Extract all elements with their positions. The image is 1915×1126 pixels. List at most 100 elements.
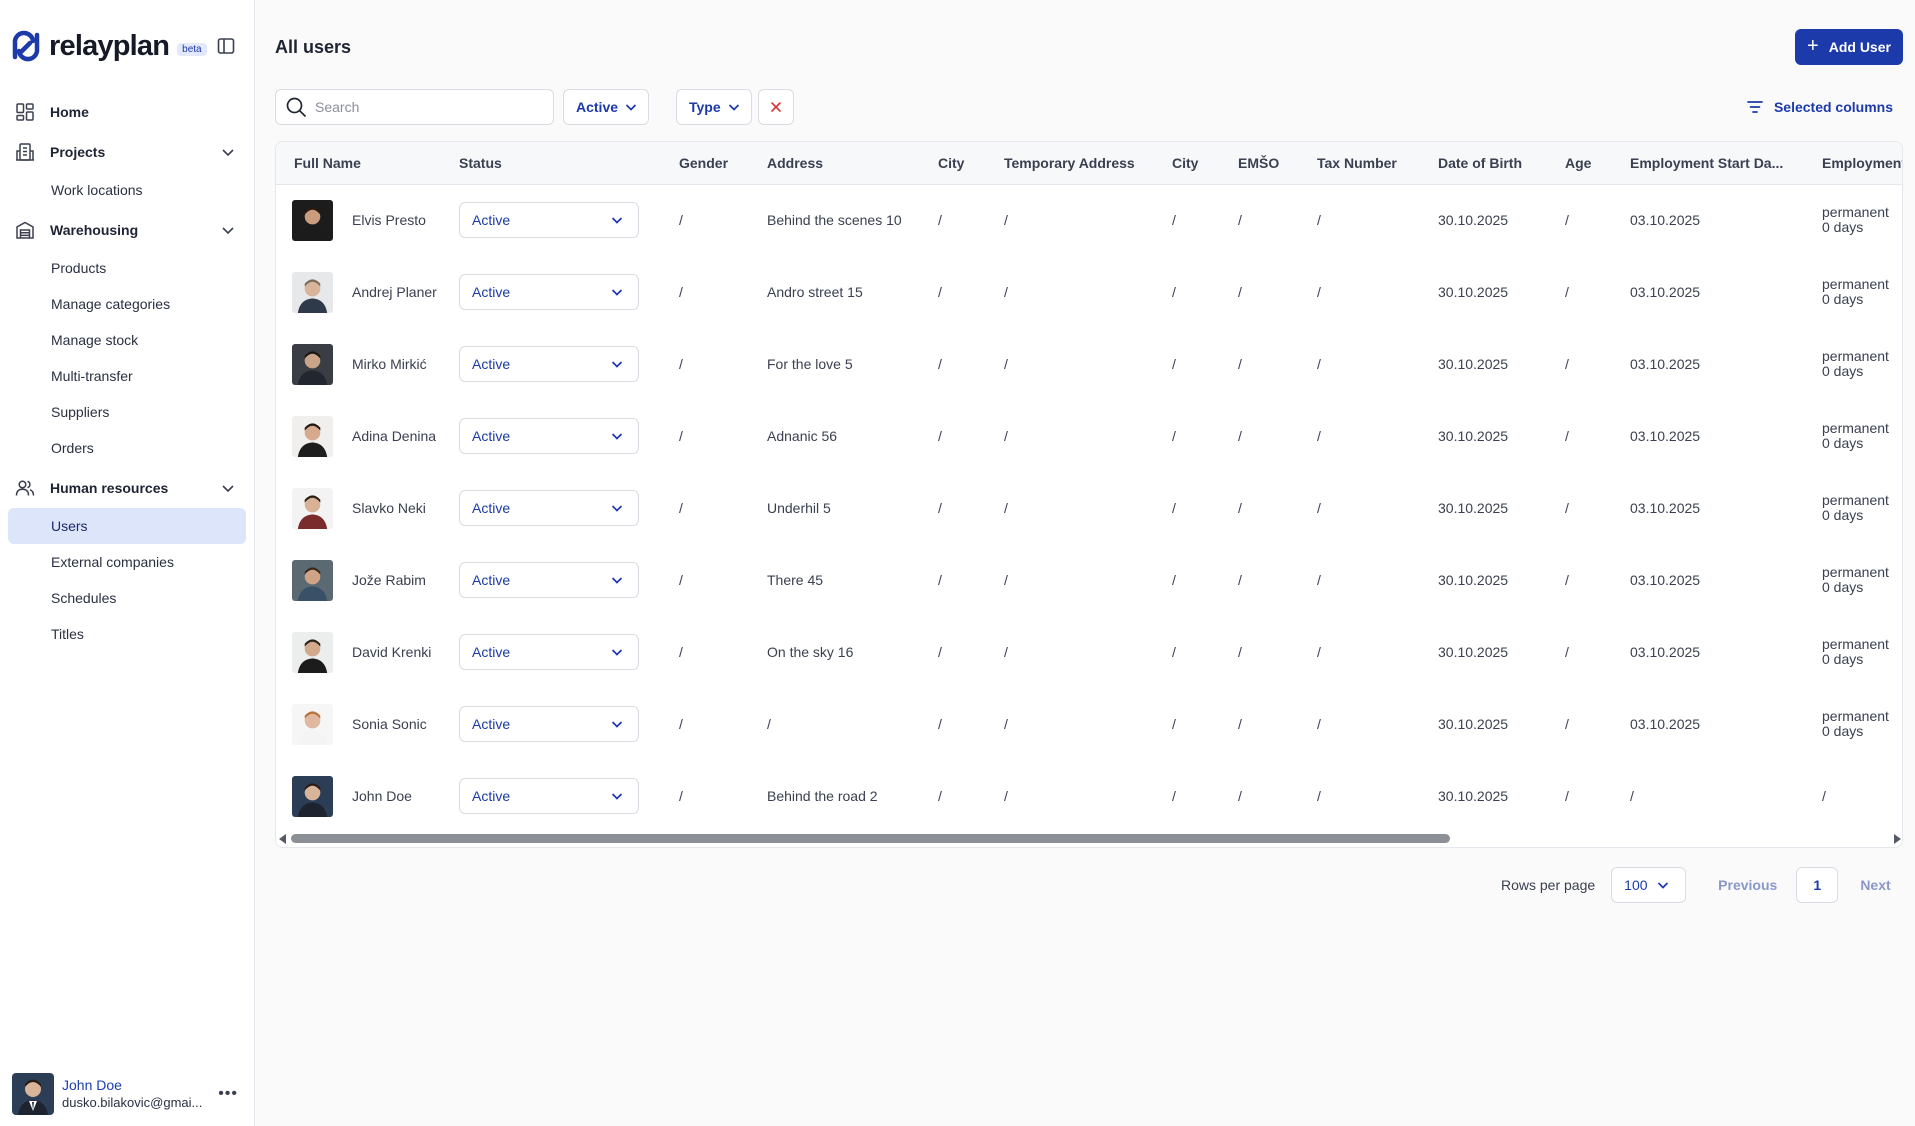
current-user-email: dusko.bilakovic@gmai... bbox=[62, 1095, 203, 1110]
status-select[interactable]: Active bbox=[459, 418, 639, 454]
sidebar-item-users[interactable]: Users bbox=[8, 508, 246, 544]
full-name-cell: Adina Denina bbox=[276, 400, 459, 472]
chevron-down-icon bbox=[611, 649, 623, 656]
sidebar-item-multi-transfer[interactable]: Multi-transfer bbox=[8, 358, 246, 394]
sidebar-item-products[interactable]: Products bbox=[8, 250, 246, 286]
table-row[interactable]: Sonia Sonic Active / / / / / / / 30.10.2025 / 03.10… bbox=[276, 688, 1902, 760]
status-select[interactable]: Active bbox=[459, 346, 639, 382]
status-select[interactable]: Active bbox=[459, 634, 639, 670]
column-header-tax-number[interactable]: Tax Number bbox=[1317, 142, 1438, 184]
previous-page-button[interactable]: Previous bbox=[1718, 877, 1777, 893]
sidebar-group-human-resources[interactable]: Human resources bbox=[8, 468, 246, 508]
date-of-birth-cell: 30.10.2025 bbox=[1438, 500, 1509, 516]
search-box[interactable] bbox=[275, 89, 554, 125]
column-header-status[interactable]: Status bbox=[459, 142, 679, 184]
column-header-employment-start[interactable]: Employment Start Da... bbox=[1630, 142, 1822, 184]
age-cell: / bbox=[1565, 572, 1569, 588]
selected-columns-button[interactable]: Selected columns bbox=[1746, 89, 1893, 125]
employment-start-cell: 03.10.2025 bbox=[1630, 572, 1701, 588]
scroll-left-arrow-icon[interactable] bbox=[279, 834, 287, 844]
column-header-date-of-birth[interactable]: Date of Birth bbox=[1438, 142, 1565, 184]
column-header-temporary-city[interactable]: City bbox=[1172, 142, 1238, 184]
table-row[interactable]: Elvis Presto Active / Behind the scenes 10 /… bbox=[276, 184, 1902, 256]
table-row[interactable]: David Krenki Active / On the sky 16 / / / / / 30.… bbox=[276, 616, 1902, 688]
gender-cell: / bbox=[679, 212, 683, 229]
next-page-button[interactable]: Next bbox=[1860, 877, 1890, 893]
status-select[interactable]: Active bbox=[459, 562, 639, 598]
status-select[interactable]: Active bbox=[459, 202, 639, 239]
address-cell: Andro street 15 bbox=[767, 284, 863, 300]
current-page-button[interactable]: 1 bbox=[1796, 867, 1839, 903]
user-full-name[interactable]: Andrej Planer bbox=[352, 284, 437, 300]
table-row[interactable]: Mirko Mirkić Active / For the love 5 / / / / / 30… bbox=[276, 328, 1902, 400]
table-row[interactable]: Andrej Planer Active / Andro street 15 / / / / /… bbox=[276, 256, 1902, 328]
date-of-birth-cell: 30.10.2025 bbox=[1438, 788, 1509, 804]
city-cell: / bbox=[938, 788, 942, 804]
sidebar-toggle-icon[interactable] bbox=[216, 36, 236, 56]
full-name-cell: Elvis Presto bbox=[276, 184, 459, 256]
employment-type: permanent bbox=[1822, 348, 1889, 364]
emso-cell: / bbox=[1238, 788, 1242, 804]
sidebar-item-external-companies[interactable]: External companies bbox=[8, 544, 246, 580]
scroll-right-arrow-icon[interactable] bbox=[1893, 834, 1901, 844]
column-header-age[interactable]: Age bbox=[1565, 142, 1630, 184]
brand[interactable]: relayplan beta bbox=[8, 26, 207, 66]
temporary-city-cell: / bbox=[1172, 356, 1176, 372]
main-nav: Home Projects Work locations Warehousing… bbox=[8, 92, 246, 652]
user-full-name[interactable]: Jože Rabim bbox=[352, 572, 426, 588]
status-select[interactable]: Active bbox=[459, 490, 639, 526]
current-user-card[interactable]: John Doe dusko.bilakovic@gmai... ••• bbox=[12, 1072, 244, 1116]
column-header-employment[interactable]: Employment bbox=[1822, 142, 1902, 184]
sidebar-item-suppliers[interactable]: Suppliers bbox=[8, 394, 246, 430]
chevron-down-icon[interactable] bbox=[220, 144, 236, 160]
sidebar-group-projects[interactable]: Projects bbox=[8, 132, 246, 172]
column-header-city[interactable]: City bbox=[938, 142, 1004, 184]
user-full-name[interactable]: Elvis Presto bbox=[352, 212, 426, 228]
sidebar-group-warehousing[interactable]: Warehousing bbox=[8, 210, 246, 250]
column-header-address[interactable]: Address bbox=[767, 142, 938, 184]
search-input[interactable] bbox=[315, 99, 535, 115]
column-header-temporary-address[interactable]: Temporary Address bbox=[1004, 142, 1172, 184]
status-select[interactable]: Active bbox=[459, 778, 639, 814]
sidebar-item-schedules[interactable]: Schedules bbox=[8, 580, 246, 616]
sidebar-item-titles[interactable]: Titles bbox=[8, 616, 246, 652]
chevron-down-icon[interactable] bbox=[220, 222, 236, 238]
status-select[interactable]: Active bbox=[459, 274, 639, 310]
chevron-down-icon bbox=[625, 104, 637, 111]
table-row[interactable]: Jože Rabim Active / There 45 / / / / / 30.10.2025… bbox=[276, 544, 1902, 616]
more-options-icon[interactable]: ••• bbox=[218, 1085, 238, 1103]
column-header-emso[interactable]: EMŠO bbox=[1238, 142, 1317, 184]
status-select[interactable]: Active bbox=[459, 706, 639, 742]
column-header-gender[interactable]: Gender bbox=[679, 142, 767, 184]
user-full-name[interactable]: David Krenki bbox=[352, 644, 431, 660]
sidebar-item-manage-stock[interactable]: Manage stock bbox=[8, 322, 246, 358]
sidebar-item-orders[interactable]: Orders bbox=[8, 430, 246, 466]
user-full-name[interactable]: Adina Denina bbox=[352, 428, 436, 444]
clear-filters-button[interactable] bbox=[758, 89, 794, 125]
sidebar-item-home[interactable]: Home bbox=[8, 92, 246, 132]
table-row[interactable]: John Doe Active / Behind the road 2 / / / / / 30.… bbox=[276, 760, 1902, 832]
rows-per-page-select[interactable]: 100 bbox=[1611, 867, 1687, 903]
age-cell: / bbox=[1565, 644, 1569, 660]
horizontal-scrollbar[interactable] bbox=[276, 829, 1902, 847]
chevron-down-icon[interactable] bbox=[220, 480, 236, 496]
add-user-button[interactable]: + Add User bbox=[1795, 29, 1903, 65]
type-filter-button[interactable]: Type bbox=[676, 89, 752, 125]
user-full-name[interactable]: John Doe bbox=[352, 788, 412, 804]
address-cell: Behind the road 2 bbox=[767, 788, 878, 804]
employment-cell: permanent 0 days bbox=[1822, 256, 1902, 328]
sidebar-item-work-locations[interactable]: Work locations bbox=[8, 172, 246, 208]
column-header-full-name[interactable]: Full Name bbox=[276, 142, 459, 184]
relayplan-logo-icon bbox=[12, 30, 40, 62]
user-full-name[interactable]: Slavko Neki bbox=[352, 500, 426, 516]
user-full-name[interactable]: Mirko Mirkić bbox=[352, 356, 427, 372]
user-full-name[interactable]: Sonia Sonic bbox=[352, 716, 427, 732]
warehouse-icon bbox=[14, 219, 36, 241]
sidebar-item-manage-categories[interactable]: Manage categories bbox=[8, 286, 246, 322]
table-row[interactable]: Slavko Neki Active / Underhil 5 / / / / / 30.10.2… bbox=[276, 472, 1902, 544]
status-cell: Active bbox=[459, 688, 679, 760]
address-cell: There 45 bbox=[767, 572, 824, 588]
scrollbar-thumb[interactable] bbox=[291, 834, 1450, 843]
status-filter-button[interactable]: Active bbox=[563, 89, 650, 125]
table-row[interactable]: Adina Denina Active / Adnanic 56 / / / / / 30.10.… bbox=[276, 400, 1902, 472]
